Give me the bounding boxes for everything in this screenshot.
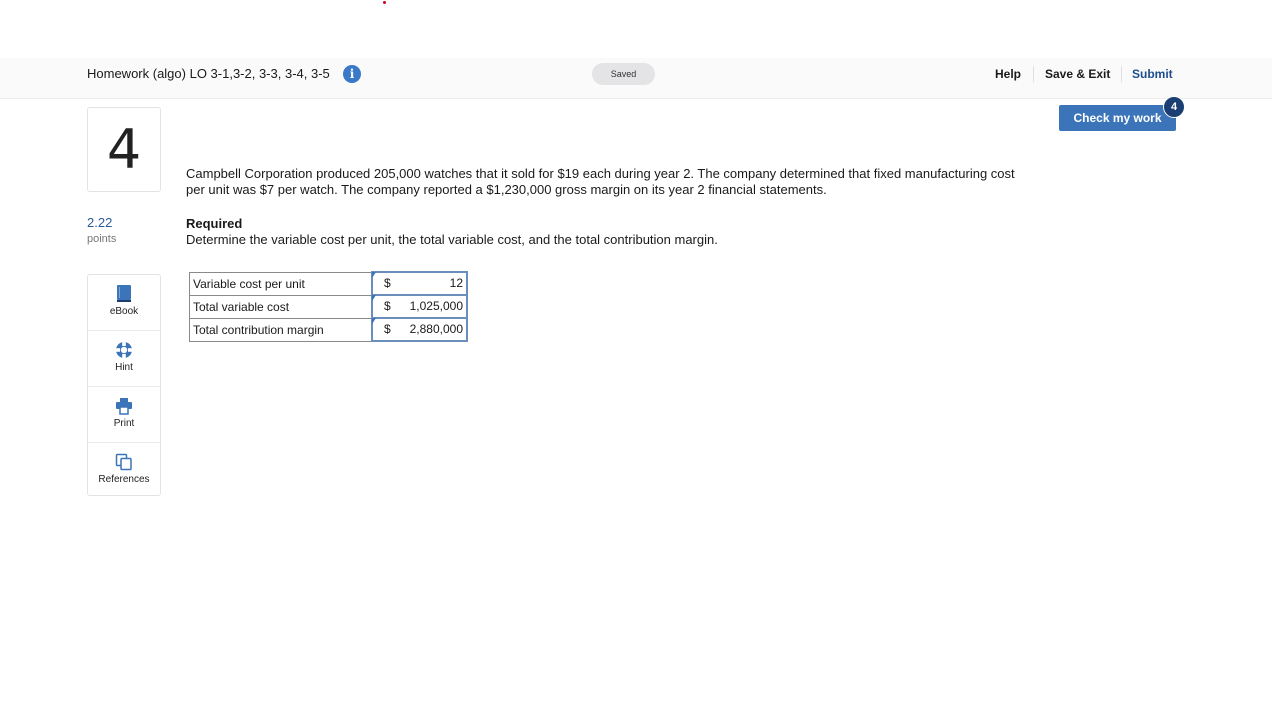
currency-symbol: $ (384, 299, 391, 313)
answer-cell[interactable]: $ (371, 317, 468, 342)
save-exit-link[interactable]: Save & Exit (1045, 66, 1110, 82)
total-contribution-margin-input[interactable] (397, 320, 463, 338)
red-dot-indicator (383, 1, 386, 4)
hint-button[interactable]: Hint (88, 331, 160, 387)
copy-pages-icon (88, 453, 160, 471)
problem-statement: Campbell Corporation produced 205,000 wa… (186, 166, 1015, 197)
lifebuoy-icon (88, 341, 160, 359)
required-heading: Required (186, 216, 243, 231)
currency-symbol: $ (384, 276, 391, 290)
print-label: Print (113, 418, 135, 429)
question-number: 4 (87, 107, 161, 192)
header-divider (1033, 66, 1034, 82)
header-divider (1121, 66, 1122, 82)
check-my-work-button[interactable]: Check my work (1059, 105, 1176, 131)
row-label: Variable cost per unit (189, 271, 373, 296)
cell-marker (372, 295, 376, 301)
assignment-header: Homework (algo) LO 3-1,3-2, 3-3, 3-4, 3-… (0, 58, 1272, 99)
answer-table: Variable cost per unit $ Total variable … (189, 271, 468, 342)
ebook-button[interactable]: eBook (88, 275, 160, 331)
ebook-label: eBook (109, 306, 139, 317)
points-value: 2.22 (87, 215, 113, 230)
references-button[interactable]: References (88, 443, 160, 498)
check-attempts-badge: 4 (1163, 96, 1185, 118)
total-variable-cost-input[interactable] (397, 297, 463, 315)
points-label: points (87, 233, 117, 245)
row-label: Total contribution margin (189, 317, 373, 342)
submit-link[interactable]: Submit (1132, 66, 1173, 82)
help-link[interactable]: Help (995, 66, 1021, 82)
currency-symbol: $ (384, 322, 391, 336)
table-row: Total contribution margin $ (189, 317, 468, 342)
assignment-title: Homework (algo) LO 3-1,3-2, 3-3, 3-4, 3-… (87, 66, 330, 81)
tools-panel: eBook Hint Print References (87, 274, 161, 496)
answer-cell[interactable]: $ (371, 294, 468, 319)
print-button[interactable]: Print (88, 387, 160, 443)
row-label: Total variable cost (189, 294, 373, 319)
saved-status-pill: Saved (592, 63, 655, 85)
references-label: References (98, 474, 150, 485)
cell-marker (372, 272, 376, 278)
printer-icon (88, 397, 160, 415)
required-instructions: Determine the variable cost per unit, th… (186, 232, 718, 247)
table-row: Total variable cost $ (189, 294, 468, 319)
table-row: Variable cost per unit $ (189, 271, 468, 296)
info-icon[interactable]: i (343, 65, 361, 83)
book-icon (88, 285, 160, 303)
answer-cell[interactable]: $ (371, 271, 468, 296)
cell-marker (372, 318, 376, 324)
variable-cost-per-unit-input[interactable] (397, 274, 463, 292)
hint-label: Hint (115, 362, 133, 373)
